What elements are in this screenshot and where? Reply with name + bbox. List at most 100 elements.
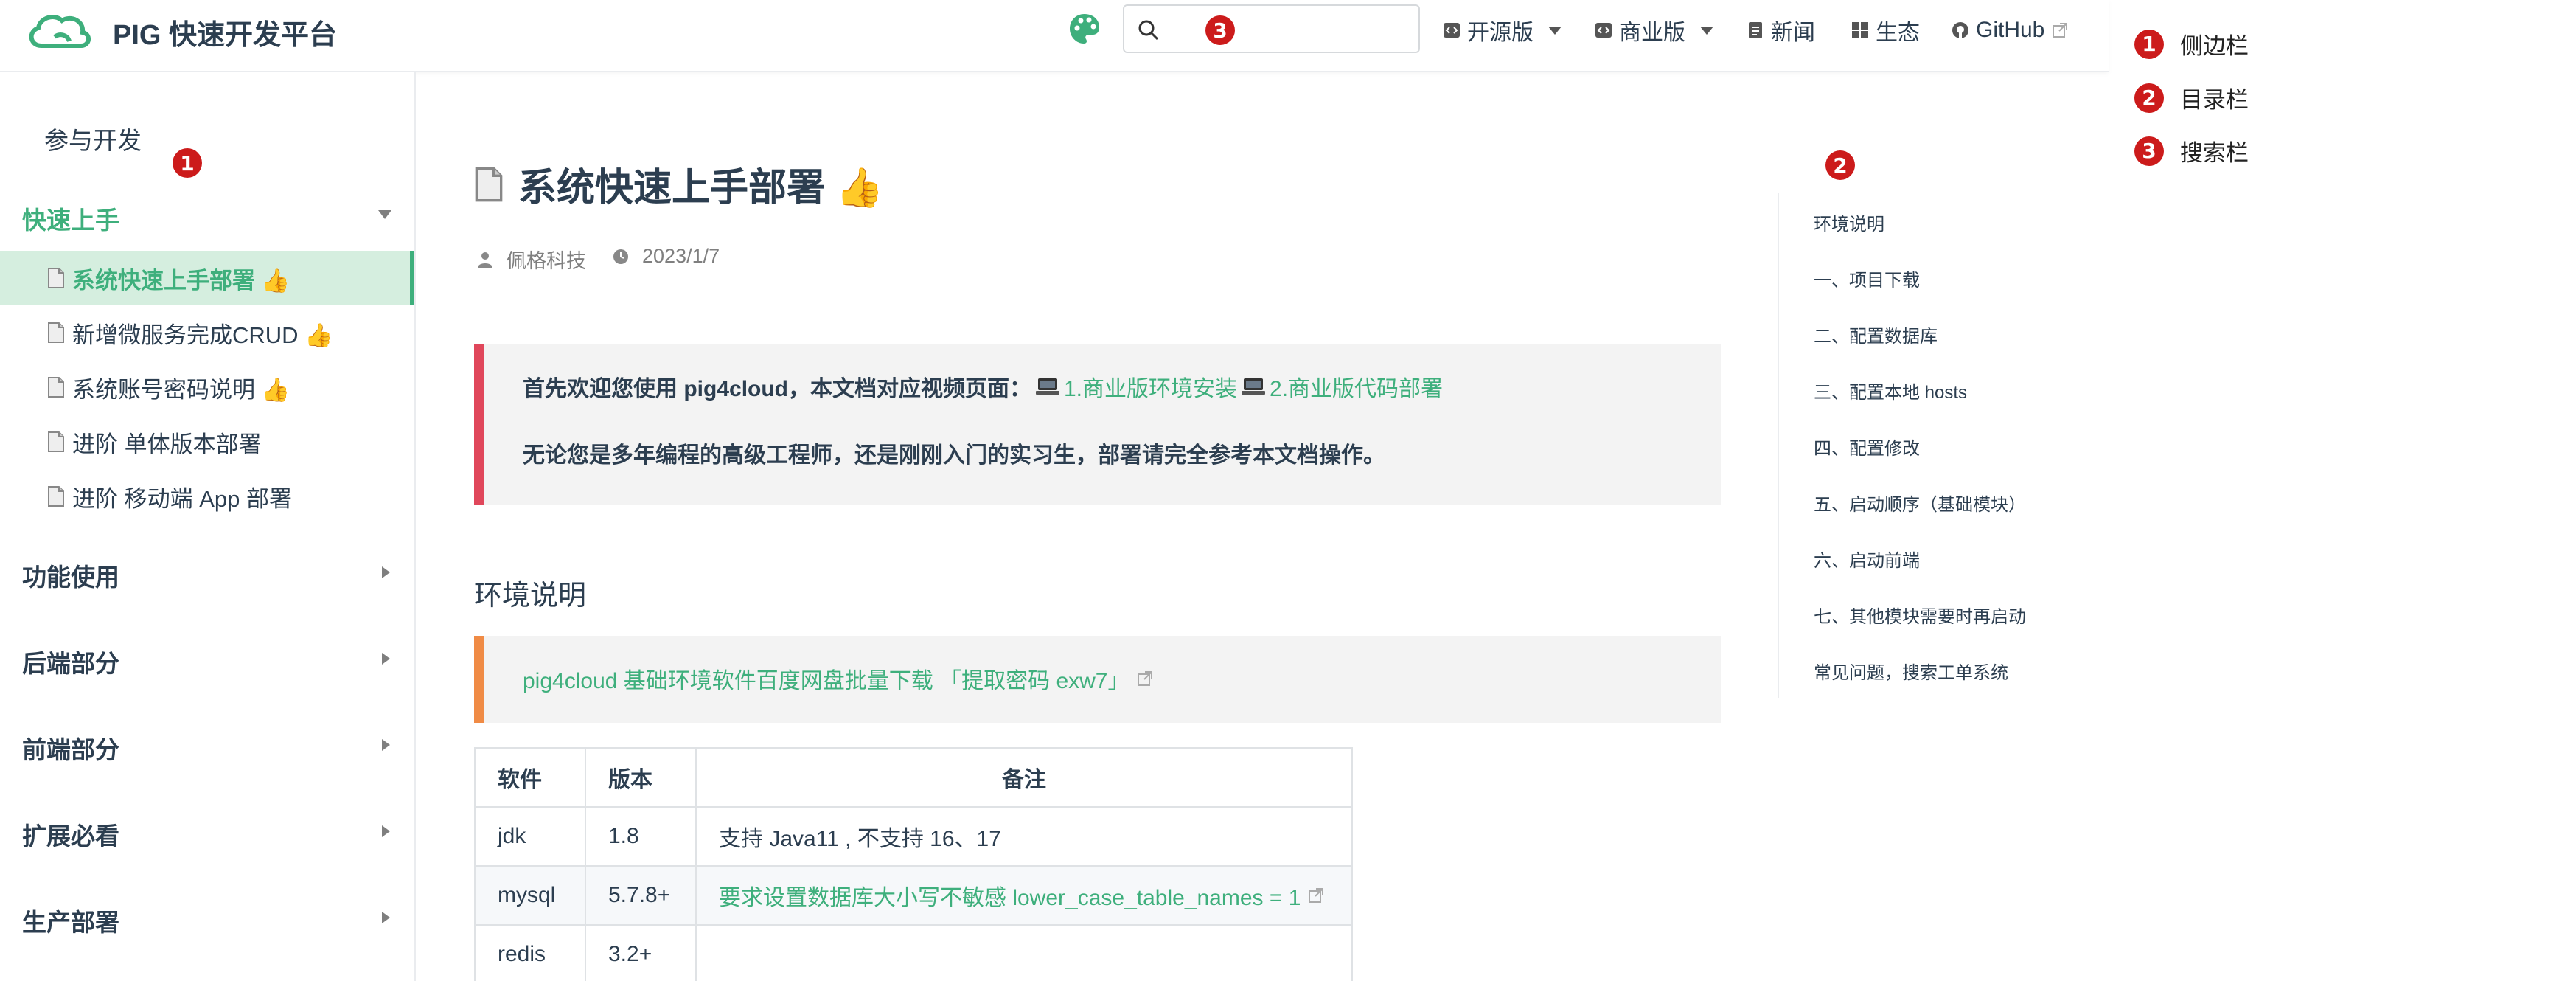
table-row: redis 3.2+ [474, 924, 1353, 981]
table-header-row: 软件 版本 备注 [474, 747, 1353, 808]
document-icon [48, 486, 64, 507]
site-title[interactable]: PIG 快速开发平台 [113, 12, 337, 52]
sidebar-item[interactable]: 新增微服务完成CRUD 👍 [0, 305, 414, 360]
sidebar-group-frontend[interactable]: 前端部分 [22, 730, 119, 766]
toc-item[interactable]: 环境说明 [1814, 209, 1884, 235]
sidebar-item-label: 系统快速上手部署 👍 [72, 267, 290, 294]
publish-date: 2023/1/7 [642, 245, 720, 267]
code-icon [1595, 23, 1612, 38]
external-link-icon [1309, 888, 1324, 903]
toc-item[interactable]: 五、启动顺序（基础模块） [1814, 490, 2026, 516]
annotation-marker-sidebar: 1 [173, 148, 202, 178]
mysql-config-link[interactable]: 要求设置数据库大小写不敏感 lower_case_table_names = 1 [719, 879, 1324, 912]
grid-icon [1852, 22, 1868, 38]
tip-box: 首先欢迎您使用 pig4cloud，本文档对应视频页面： 1.商业版环境安装 2… [474, 344, 1721, 505]
chevron-down-icon[interactable] [378, 210, 391, 219]
document-icon [48, 431, 64, 452]
nav-news[interactable]: 新闻 [1746, 15, 1815, 46]
nav-github[interactable]: GitHub [1951, 15, 2068, 46]
document-icon [48, 322, 64, 343]
nav-ecosystem[interactable]: 生态 [1851, 15, 1920, 46]
author-meta: 佩格科技 [477, 245, 586, 274]
toc-item[interactable]: 一、项目下载 [1814, 266, 1920, 291]
laptop-icon [1242, 378, 1266, 395]
video-link-env-install[interactable]: 1.商业版环境安装 [1064, 370, 1237, 403]
baidu-download-link[interactable]: pig4cloud 基础环境软件百度网盘批量下载 「提取密码 exw7」 [523, 662, 1153, 695]
top-navbar: PIG 快速开发平台 开源版 商业版 新闻 生态 GitHub [0, 0, 2109, 72]
github-icon [1952, 22, 1968, 38]
user-icon [478, 252, 492, 268]
legend-label: 侧边栏 [2180, 33, 2249, 59]
document-icon [1749, 22, 1762, 38]
nav-open-source[interactable]: 开源版 [1442, 15, 1562, 46]
search-box[interactable] [1123, 4, 1420, 53]
environment-table: 软件 版本 备注 jdk 1.8 支持 Java11 , 不支持 16、17 m… [474, 747, 1353, 981]
author-name: 佩格科技 [507, 250, 586, 272]
column-header: 版本 [585, 747, 697, 808]
sidebar-item[interactable]: 进阶 单体版本部署 [0, 415, 414, 469]
code-icon [1444, 23, 1460, 38]
document-icon [48, 377, 64, 398]
tip-text: 首先欢迎您使用 pig4cloud，本文档对应视频页面： [523, 377, 1031, 401]
download-link-text: pig4cloud 基础环境软件百度网盘批量下载 「提取密码 exw7」 [523, 669, 1130, 693]
legend-label: 搜索栏 [2180, 140, 2249, 166]
nav-label: 新闻 [1771, 21, 1815, 45]
video-link-code-deploy[interactable]: 2.商业版代码部署 [1270, 370, 1443, 403]
nav-commercial[interactable]: 商业版 [1594, 15, 1713, 46]
toc-item[interactable]: 三、配置本地 hosts [1814, 378, 1967, 403]
chevron-right-icon[interactable] [382, 912, 390, 923]
table-of-contents: 环境说明 一、项目下载 二、配置数据库 三、配置本地 hosts 四、配置修改 … [1778, 193, 2087, 698]
sidebar-item-label: 进阶 移动端 App 部署 [72, 485, 292, 512]
tip-line-2: 无论您是多年编程的高级工程师，还是刚刚入门的实习生，部署请完全参考本文档操作。 [523, 443, 1385, 468]
laptop-icon [1036, 378, 1059, 395]
table-cell: 5.7.8+ [585, 865, 697, 926]
external-link-icon [1138, 671, 1153, 686]
sidebar-group-backend[interactable]: 后端部分 [22, 644, 119, 679]
table-cell: jdk [474, 806, 586, 867]
toc-item[interactable]: 四、配置修改 [1814, 434, 1920, 460]
legend-item: 2 目录栏 [2134, 81, 2249, 114]
chevron-right-icon[interactable] [382, 825, 390, 837]
chevron-down-icon [1548, 26, 1562, 35]
sidebar-group-quick-start[interactable]: 快速上手 [22, 201, 119, 236]
legend-label: 目录栏 [2180, 87, 2249, 113]
legend-marker: 2 [2134, 83, 2164, 113]
legend-marker: 3 [2134, 136, 2164, 166]
legend-item: 3 搜索栏 [2134, 134, 2249, 167]
sidebar-group-features[interactable]: 功能使用 [22, 558, 119, 593]
sidebar-top-link[interactable]: 参与开发 [44, 121, 142, 156]
toc-item[interactable]: 七、其他模块需要时再启动 [1814, 602, 2026, 628]
sidebar-item[interactable]: 系统账号密码说明 👍 [0, 360, 414, 415]
sidebar: 参与开发 快速上手 系统快速上手部署 👍 新增微服务完成CRUD 👍 系统账号密… [0, 72, 416, 981]
sidebar-group-production[interactable]: 生产部署 [22, 903, 119, 938]
table-cell: 3.2+ [585, 924, 697, 981]
chevron-right-icon[interactable] [382, 653, 390, 665]
sidebar-item-label: 系统账号密码说明 👍 [72, 376, 290, 403]
warning-box: pig4cloud 基础环境软件百度网盘批量下载 「提取密码 exw7」 [474, 636, 1721, 723]
table-row: jdk 1.8 支持 Java11 , 不支持 16、17 [474, 806, 1353, 867]
cloud-logo-icon[interactable] [25, 10, 91, 52]
clock-icon [613, 249, 628, 264]
external-link-icon [2053, 23, 2068, 38]
screenshot-canvas: { "header": { "title": "PIG 快速开发平台", "se… [0, 0, 2576, 981]
sidebar-item-label: 进阶 单体版本部署 [72, 431, 262, 457]
tip-line-1: 首先欢迎您使用 pig4cloud，本文档对应视频页面： 1.商业版环境安装 2… [523, 370, 1443, 403]
palette-icon[interactable] [1068, 12, 1101, 46]
annotation-marker-search: 3 [1205, 15, 1235, 45]
toc-item[interactable]: 常见问题，搜索工单系统 [1814, 658, 2008, 684]
sidebar-item-label: 新增微服务完成CRUD 👍 [72, 322, 333, 348]
column-header: 备注 [695, 747, 1353, 808]
column-header: 软件 [474, 747, 586, 808]
sidebar-group-extensions[interactable]: 扩展必看 [22, 817, 119, 852]
toc-item[interactable]: 二、配置数据库 [1814, 322, 1938, 347]
section-heading: 环境说明 [474, 580, 587, 611]
sidebar-item[interactable]: 进阶 移动端 App 部署 [0, 469, 414, 524]
table-cell: 要求设置数据库大小写不敏感 lower_case_table_names = 1 [695, 865, 1353, 926]
page-title: 系统快速上手部署 👍 [518, 167, 884, 209]
chevron-right-icon[interactable] [382, 739, 390, 751]
chevron-right-icon[interactable] [382, 566, 390, 578]
toc-item[interactable]: 六、启动前端 [1814, 546, 1920, 572]
sidebar-item-active[interactable]: 系统快速上手部署 👍 [0, 251, 414, 305]
table-row: mysql 5.7.8+ 要求设置数据库大小写不敏感 lower_case_ta… [474, 865, 1353, 926]
table-cell: mysql [474, 865, 586, 926]
